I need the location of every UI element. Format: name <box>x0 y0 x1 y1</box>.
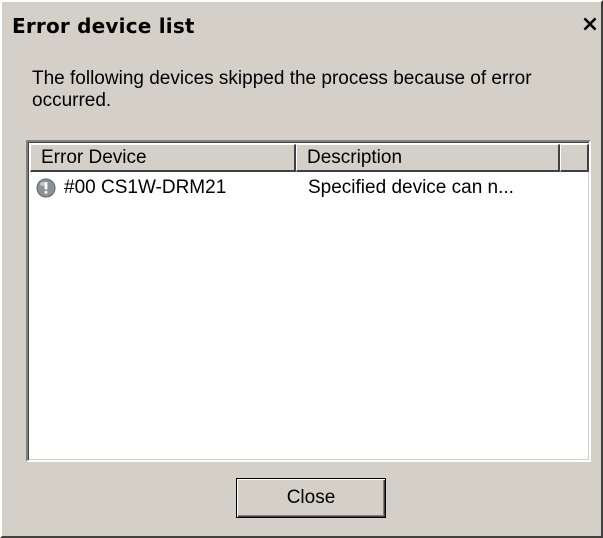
info-message: The following devices skipped the proces… <box>32 68 532 111</box>
column-header-error-device[interactable]: Error Device <box>30 144 296 172</box>
close-button[interactable]: Close <box>236 478 386 518</box>
error-device-list-dialog: Error device list × The following device… <box>0 0 603 538</box>
window-title: Error device list <box>12 14 195 38</box>
column-header-filler[interactable] <box>560 144 589 172</box>
close-icon[interactable]: × <box>579 12 601 38</box>
error-device-listview[interactable]: Error Device Description #00 CS1W-DRM21 … <box>26 140 591 462</box>
error-device-icon <box>36 178 56 198</box>
error-device-name: #00 CS1W-DRM21 <box>64 177 227 198</box>
list-header: Error Device Description <box>30 144 589 172</box>
title-bar[interactable]: Error device list × <box>4 10 601 46</box>
list-item[interactable]: #00 CS1W-DRM21 Specified device can n... <box>30 176 589 202</box>
column-header-description[interactable]: Description <box>296 144 560 172</box>
error-description: Specified device can n... <box>308 177 514 198</box>
